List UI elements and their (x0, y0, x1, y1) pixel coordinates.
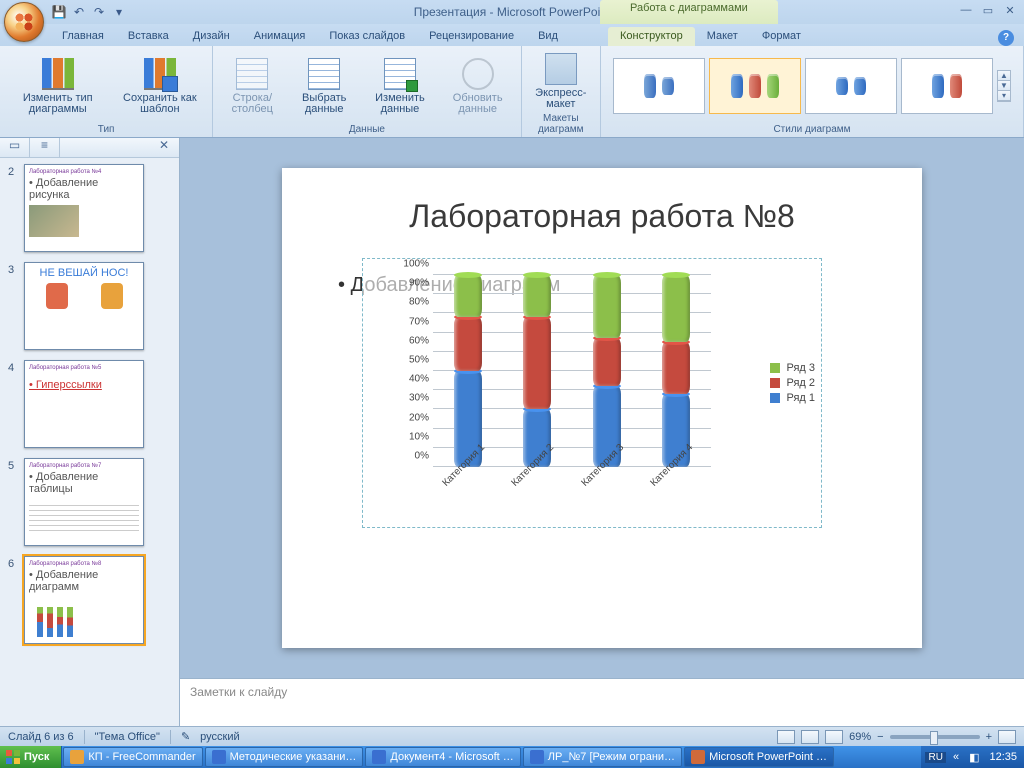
slide-panel: ▭ ≡ ✕ 2 Лабораторная работа №4• Добавлен… (0, 138, 180, 726)
tab-chart-layout[interactable]: Макет (695, 27, 750, 46)
group-type: Изменить тип диаграммы Сохранить как шаб… (0, 46, 213, 137)
chart-style-4[interactable] (901, 58, 993, 114)
taskbar-item[interactable]: ЛР_№7 [Режим ограни… (523, 747, 682, 767)
tab-review[interactable]: Рецензирование (417, 27, 526, 46)
slide-thumbnail-6[interactable]: Лабораторная работа №8• Добавление диагр… (24, 556, 144, 644)
refresh-icon (462, 58, 494, 90)
group-styles-label: Стили диаграмм (607, 123, 1017, 137)
chart-style-1[interactable] (613, 58, 705, 114)
slideshow-view-button[interactable] (825, 730, 843, 744)
styles-scroll[interactable]: ▲▼▾ (997, 70, 1011, 102)
slide-thumbnail-4[interactable]: Лабораторная работа №5• Гиперссылки (24, 360, 144, 448)
edit-data-button[interactable]: Изменить данные (363, 54, 437, 117)
chart-legend: Ряд 3 Ряд 2 Ряд 1 (770, 359, 815, 407)
thumb-number: 2 (8, 164, 18, 252)
restore-button[interactable]: ▭ (980, 4, 996, 17)
help-button[interactable]: ? (998, 30, 1014, 46)
close-button[interactable]: ✕ (1002, 4, 1018, 17)
office-button[interactable] (4, 2, 44, 42)
status-bar: Слайд 6 из 6 "Тема Office" ✎ русский 69%… (0, 726, 1024, 746)
ribbon: Изменить тип диаграммы Сохранить как шаб… (0, 46, 1024, 138)
refresh-data-button: Обновить данные (441, 54, 515, 117)
start-button[interactable]: Пуск (0, 746, 62, 768)
zoom-slider[interactable] (890, 735, 980, 739)
spellcheck-icon[interactable]: ✎ (181, 730, 190, 743)
ribbon-tabs: Главная Вставка Дизайн Анимация Показ сл… (0, 24, 1024, 46)
save-as-template-button[interactable]: Сохранить как шаблон (113, 54, 206, 117)
layout-icon (545, 53, 577, 85)
contextual-tab-title: Работа с диаграммами (600, 0, 778, 24)
window-title: Презентация - Microsoft PowerPoint (414, 5, 611, 19)
slide-thumbnail-3[interactable]: НЕ ВЕШАЙ НОС! (24, 262, 144, 350)
tab-chart-design[interactable]: Конструктор (608, 27, 695, 46)
taskbar-item[interactable]: Методические указани… (205, 747, 364, 767)
system-tray[interactable]: RU « ◧ 12:35 (921, 746, 1024, 768)
save-icon[interactable]: 💾 (50, 3, 68, 21)
slide-thumbnail-2[interactable]: Лабораторная работа №4• Добавление рисун… (24, 164, 144, 252)
tray-expand-icon[interactable]: « (950, 751, 962, 763)
language-indicator[interactable]: RU (925, 752, 945, 763)
redo-icon[interactable]: ↷ (90, 3, 108, 21)
thumb-number: 5 (8, 458, 18, 546)
slide-canvas[interactable]: Лабораторная работа №8 Добавление диагра… (282, 168, 922, 648)
taskbar: Пуск КП - FreeCommanderМетодические указ… (0, 746, 1024, 768)
clock[interactable]: 12:35 (986, 751, 1020, 763)
sorter-view-button[interactable] (801, 730, 819, 744)
tab-design[interactable]: Дизайн (181, 27, 242, 46)
zoom-in-button[interactable]: + (986, 731, 992, 743)
group-layouts-label: Макеты диаграмм (528, 112, 594, 137)
thumb-number: 6 (8, 556, 18, 644)
chart-style-2[interactable] (709, 58, 801, 114)
undo-icon[interactable]: ↶ (70, 3, 88, 21)
switch-row-column-button: Строка/столбец (219, 54, 285, 117)
taskbar-item[interactable]: Документ4 - Microsoft … (365, 747, 520, 767)
zoom-out-button[interactable]: − (877, 731, 883, 743)
normal-view-button[interactable] (777, 730, 795, 744)
tray-icon[interactable]: ◧ (966, 751, 982, 764)
taskbar-item[interactable]: Microsoft PowerPoint … (684, 747, 834, 767)
status-theme: "Тема Office" (95, 731, 160, 743)
grid-icon (236, 58, 268, 90)
thumb-number: 4 (8, 360, 18, 448)
qat-more-icon[interactable]: ▾ (110, 3, 128, 21)
group-data: Строка/столбец Выбрать данные Изменить д… (213, 46, 521, 137)
title-bar: 💾 ↶ ↷ ▾ Презентация - Microsoft PowerPoi… (0, 0, 1024, 24)
group-type-label: Тип (6, 123, 206, 137)
save-template-icon (144, 58, 176, 90)
status-slide: Слайд 6 из 6 (8, 731, 74, 743)
bar-chart-icon (42, 58, 74, 90)
tab-slideshow[interactable]: Показ слайдов (317, 27, 417, 46)
group-layouts: Экспресс-макет Макеты диаграмм (522, 46, 601, 137)
chart-object[interactable]: 0%10%20%30%40%50%60%70%80%90%100%Категор… (362, 258, 822, 528)
taskbar-item[interactable]: КП - FreeCommander (63, 747, 202, 767)
thumbnail-list[interactable]: 2 Лабораторная работа №4• Добавление рис… (0, 158, 179, 726)
slides-tab[interactable]: ▭ (0, 138, 30, 157)
outline-tab[interactable]: ≡ (30, 138, 60, 157)
status-language[interactable]: русский (200, 731, 239, 743)
tab-view[interactable]: Вид (526, 27, 570, 46)
quick-layout-button[interactable]: Экспресс-макет (528, 49, 594, 112)
tab-animation[interactable]: Анимация (242, 27, 318, 46)
group-styles: ▲▼▾ Стили диаграмм (601, 46, 1024, 137)
fit-window-button[interactable] (998, 730, 1016, 744)
quick-access-toolbar: 💾 ↶ ↷ ▾ (50, 3, 128, 21)
select-data-button[interactable]: Выбрать данные (289, 54, 359, 117)
chart-style-3[interactable] (805, 58, 897, 114)
group-data-label: Данные (219, 123, 514, 137)
tab-insert[interactable]: Вставка (116, 27, 181, 46)
slide-title[interactable]: Лабораторная работа №8 (322, 198, 882, 235)
grid-icon (308, 58, 340, 90)
tab-chart-format[interactable]: Формат (750, 27, 813, 46)
change-chart-type-button[interactable]: Изменить тип диаграммы (6, 54, 109, 117)
zoom-value[interactable]: 69% (849, 731, 871, 743)
thumb-number: 3 (8, 262, 18, 350)
grid-edit-icon (384, 58, 416, 90)
panel-close-icon[interactable]: ✕ (149, 138, 179, 157)
notes-pane[interactable]: Заметки к слайду (180, 678, 1024, 726)
tab-home[interactable]: Главная (50, 27, 116, 46)
slide-thumbnail-5[interactable]: Лабораторная работа №7• Добавление табли… (24, 458, 144, 546)
minimize-button[interactable]: — (958, 4, 974, 17)
